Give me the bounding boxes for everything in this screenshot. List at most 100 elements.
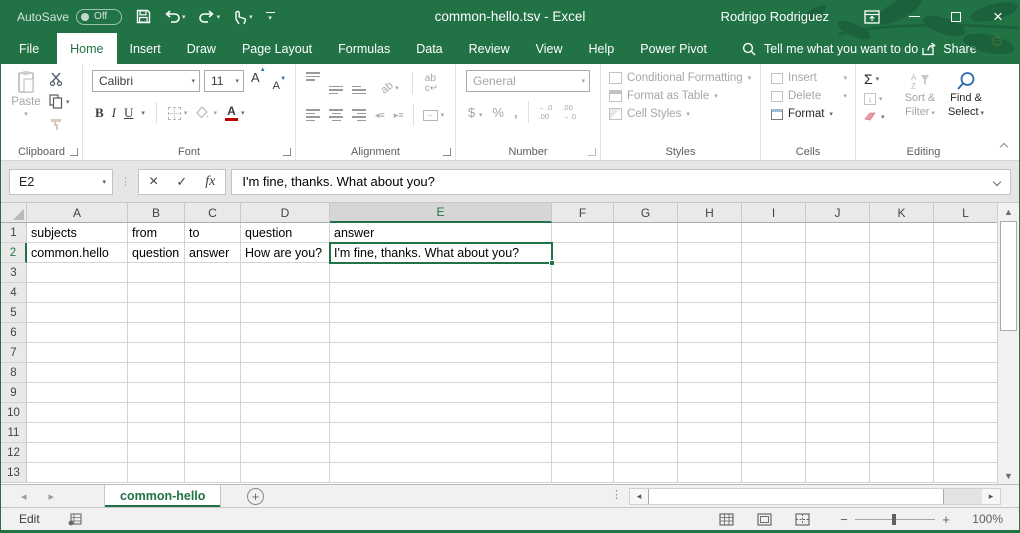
cell-F6[interactable] — [552, 323, 614, 343]
align-center-icon[interactable] — [329, 109, 343, 121]
cell-C5[interactable] — [185, 303, 241, 323]
cell-H2[interactable] — [678, 243, 742, 263]
decrease-decimal-button[interactable]: .00→.0 — [562, 103, 576, 121]
paste-button[interactable]: Paste ▾ — [9, 70, 43, 118]
cell-D6[interactable] — [241, 323, 330, 343]
clear-button[interactable]: ▾ — [864, 111, 885, 122]
cell-L11[interactable] — [934, 423, 997, 443]
font-size-combo[interactable]: 11 ▾ — [204, 70, 244, 92]
fill-color-button[interactable]: ▾ — [195, 106, 217, 120]
increase-decimal-button[interactable]: ←.0.00 — [539, 103, 553, 121]
cell-B8[interactable] — [128, 363, 185, 383]
cell-B10[interactable] — [128, 403, 185, 423]
column-header-H[interactable]: H — [678, 203, 742, 223]
accounting-format-button[interactable]: $ ▾ — [468, 105, 482, 120]
cell-C6[interactable] — [185, 323, 241, 343]
cell-A1[interactable]: subjects — [27, 223, 128, 243]
insert-cells-button[interactable]: Insert ▾ — [771, 72, 855, 84]
align-top-icon[interactable] — [306, 72, 320, 81]
cell-C4[interactable] — [185, 283, 241, 303]
cell-A13[interactable] — [27, 463, 128, 483]
cell-K7[interactable] — [870, 343, 934, 363]
cell-K8[interactable] — [870, 363, 934, 383]
zoom-out-icon[interactable]: − — [833, 512, 855, 527]
row-header-9[interactable]: 9 — [1, 383, 27, 403]
insert-function-button[interactable]: fx — [205, 174, 215, 190]
cut-button[interactable] — [49, 72, 70, 86]
new-sheet-button[interactable]: + — [247, 488, 264, 505]
font-color-dropdown-icon[interactable]: ▾ — [241, 109, 245, 117]
cell-C13[interactable] — [185, 463, 241, 483]
cell-A10[interactable] — [27, 403, 128, 423]
bold-button[interactable]: B — [95, 105, 104, 121]
cell-B9[interactable] — [128, 383, 185, 403]
cell-G3[interactable] — [614, 263, 678, 283]
number-format-combo[interactable]: General ▾ — [466, 70, 590, 92]
page-layout-view-button[interactable] — [745, 513, 783, 526]
cell-J3[interactable] — [806, 263, 870, 283]
cell-I3[interactable] — [742, 263, 806, 283]
enter-button[interactable]: ✓ — [176, 174, 187, 190]
shrink-font-button[interactable]: A▼ — [273, 80, 280, 92]
cell-I13[interactable] — [742, 463, 806, 483]
copy-button[interactable]: ▾ — [49, 94, 70, 109]
row-header-10[interactable]: 10 — [1, 403, 27, 423]
account-user-name[interactable]: Rodrigo Rodriguez — [721, 9, 829, 24]
cell-G8[interactable] — [614, 363, 678, 383]
tab-draw[interactable]: Draw — [174, 33, 229, 64]
cell-B1[interactable]: from — [128, 223, 185, 243]
tab-insert[interactable]: Insert — [117, 33, 174, 64]
zoom-level[interactable]: 100% — [957, 512, 1003, 526]
cell-C8[interactable] — [185, 363, 241, 383]
cell-K12[interactable] — [870, 443, 934, 463]
cell-J12[interactable] — [806, 443, 870, 463]
cell-F11[interactable] — [552, 423, 614, 443]
column-header-J[interactable]: J — [806, 203, 870, 223]
decrease-indent-icon[interactable]: ◂≡ — [375, 110, 385, 121]
orientation-button[interactable]: ab ▾ — [381, 82, 399, 94]
cell-K11[interactable] — [870, 423, 934, 443]
cell-A7[interactable] — [27, 343, 128, 363]
cell-E6[interactable] — [330, 323, 552, 343]
cell-styles-button[interactable]: Cell Styles ▾ — [609, 108, 760, 120]
cell-J10[interactable] — [806, 403, 870, 423]
cell-A6[interactable] — [27, 323, 128, 343]
cell-L4[interactable] — [934, 283, 997, 303]
cell-J13[interactable] — [806, 463, 870, 483]
next-sheet-icon[interactable]: ▸ — [49, 490, 55, 503]
cell-D9[interactable] — [241, 383, 330, 403]
cell-E3[interactable] — [330, 263, 552, 283]
cell-F12[interactable] — [552, 443, 614, 463]
font-name-combo[interactable]: Calibri ▾ — [92, 70, 200, 92]
cell-G5[interactable] — [614, 303, 678, 323]
percent-style-button[interactable]: % — [492, 105, 504, 120]
tab-home[interactable]: Home — [57, 33, 116, 64]
save-button[interactable] — [136, 9, 151, 24]
tab-help[interactable]: Help — [576, 33, 628, 64]
cell-B5[interactable] — [128, 303, 185, 323]
column-header-F[interactable]: F — [552, 203, 614, 223]
cell-L8[interactable] — [934, 363, 997, 383]
zoom-in-icon[interactable]: + — [935, 512, 957, 527]
tab-power-pivot[interactable]: Power Pivot — [627, 33, 720, 64]
cell-G10[interactable] — [614, 403, 678, 423]
vertical-scrollbar[interactable]: ▲ ▼ — [997, 203, 1019, 484]
cell-D7[interactable] — [241, 343, 330, 363]
cell-E4[interactable] — [330, 283, 552, 303]
cell-I1[interactable] — [742, 223, 806, 243]
undo-dropdown-icon[interactable]: ▾ — [182, 13, 186, 21]
borders-button[interactable]: ▾ — [168, 107, 188, 120]
tab-review[interactable]: Review — [456, 33, 523, 64]
cell-J1[interactable] — [806, 223, 870, 243]
cell-I5[interactable] — [742, 303, 806, 323]
cell-G12[interactable] — [614, 443, 678, 463]
cell-H3[interactable] — [678, 263, 742, 283]
fill-button[interactable]: ↓ ▾ — [864, 93, 885, 105]
cell-F3[interactable] — [552, 263, 614, 283]
tab-data[interactable]: Data — [403, 33, 455, 64]
autosave-pill[interactable]: Off — [76, 9, 122, 25]
cell-A9[interactable] — [27, 383, 128, 403]
cell-C10[interactable] — [185, 403, 241, 423]
column-header-G[interactable]: G — [614, 203, 678, 223]
cell-G1[interactable] — [614, 223, 678, 243]
